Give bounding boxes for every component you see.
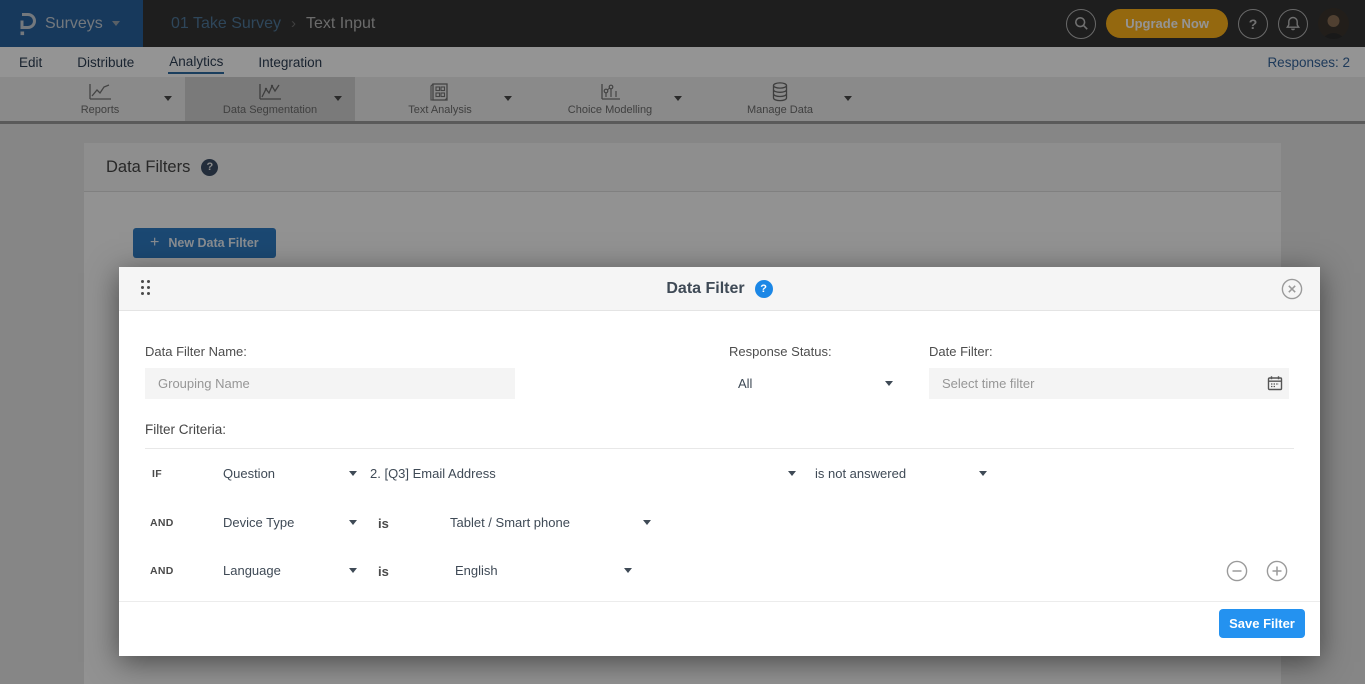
divider xyxy=(119,601,1320,602)
add-criteria-button[interactable] xyxy=(1266,560,1288,582)
data-filter-modal: Data Filter ? Data Filter Name: Response… xyxy=(119,267,1320,656)
response-status-dropdown[interactable]: All xyxy=(729,368,897,399)
criteria-field-value: Language xyxy=(223,563,281,578)
criteria-value: English xyxy=(455,563,498,578)
filter-criteria-label: Filter Criteria: xyxy=(145,422,226,437)
criteria-value: Tablet / Smart phone xyxy=(450,515,570,530)
response-status-value: All xyxy=(738,376,752,391)
data-filter-name-label: Data Filter Name: xyxy=(145,344,247,359)
criteria-value-dropdown[interactable]: English xyxy=(455,563,632,578)
chevron-down-icon xyxy=(349,520,357,525)
criteria-operator-value: is not answered xyxy=(815,466,906,481)
chevron-down-icon xyxy=(349,471,357,476)
chevron-down-icon xyxy=(349,568,357,573)
save-filter-button[interactable]: Save Filter xyxy=(1219,609,1305,638)
chevron-down-icon xyxy=(788,471,796,476)
criteria-field-dropdown[interactable]: Device Type xyxy=(223,515,357,530)
chevron-down-icon xyxy=(885,381,893,386)
criteria-question-dropdown[interactable]: 2. [Q3] Email Address xyxy=(370,466,796,481)
chevron-down-icon xyxy=(979,471,987,476)
modal-title-wrap: Data Filter ? xyxy=(119,267,1320,311)
divider xyxy=(145,448,1294,449)
criteria-field-value: Question xyxy=(223,466,275,481)
modal-title: Data Filter xyxy=(666,280,744,298)
date-filter-label: Date Filter: xyxy=(929,344,993,359)
close-icon[interactable] xyxy=(1281,278,1303,300)
criteria-operator-dropdown[interactable]: is not answered xyxy=(815,466,987,481)
date-filter-input[interactable] xyxy=(929,368,1289,399)
criteria-field-value: Device Type xyxy=(223,515,294,530)
criteria-field-dropdown[interactable]: Question xyxy=(223,466,357,481)
remove-criteria-button[interactable] xyxy=(1226,560,1248,582)
chevron-down-icon xyxy=(643,520,651,525)
criteria-is-label: is xyxy=(378,516,389,531)
criteria-question-value: 2. [Q3] Email Address xyxy=(370,466,496,481)
chevron-down-icon xyxy=(624,568,632,573)
criteria-field-dropdown[interactable]: Language xyxy=(223,563,357,578)
response-status-label: Response Status: xyxy=(729,344,832,359)
data-filter-name-input[interactable] xyxy=(145,368,515,399)
criteria-conjunction: AND xyxy=(150,565,174,577)
criteria-is-label: is xyxy=(378,564,389,579)
criteria-conjunction: IF xyxy=(152,468,162,480)
help-icon[interactable]: ? xyxy=(755,280,773,298)
modal-header: Data Filter ? xyxy=(119,267,1320,311)
criteria-conjunction: AND xyxy=(150,517,174,529)
criteria-value-dropdown[interactable]: Tablet / Smart phone xyxy=(450,515,651,530)
